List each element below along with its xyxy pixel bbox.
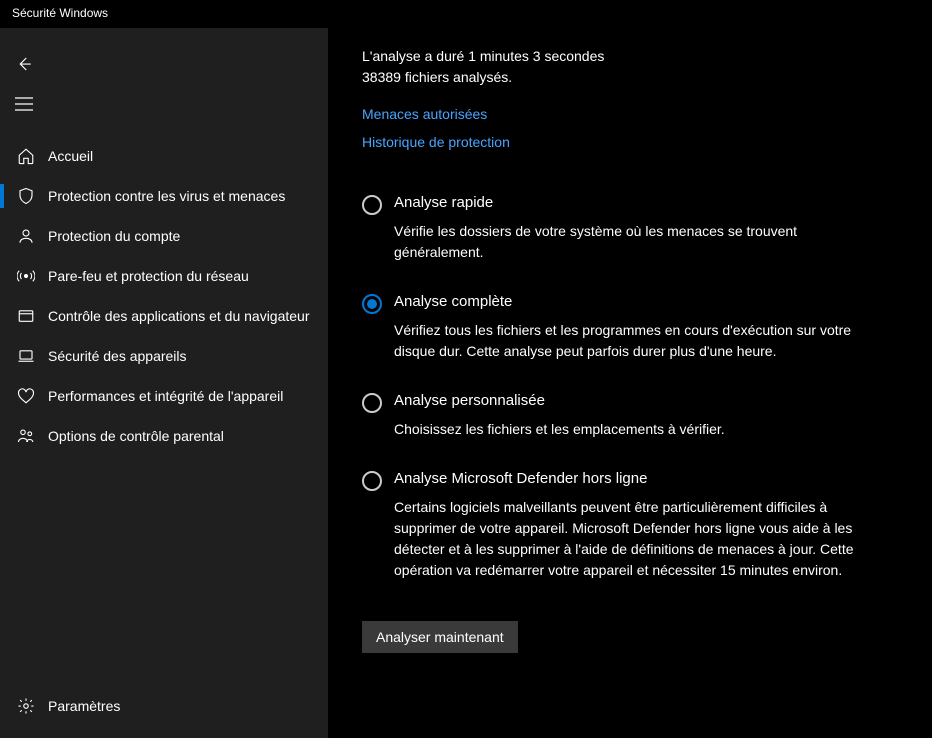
option-description: Vérifiez tous les fichiers et les progra… <box>394 320 864 362</box>
sidebar-item-home[interactable]: Accueil <box>0 136 328 176</box>
option-title: Analyse Microsoft Defender hors ligne <box>394 470 892 487</box>
app-window-icon <box>4 307 48 325</box>
sidebar-nav: Accueil Protection contre les virus et m… <box>0 128 328 684</box>
sidebar-item-device-security[interactable]: Sécurité des appareils <box>0 336 328 376</box>
sidebar-item-label: Options de contrôle parental <box>48 428 224 444</box>
radio-icon <box>362 294 382 314</box>
window-titlebar: Sécurité Windows <box>0 0 932 28</box>
sidebar-top <box>0 36 328 128</box>
sidebar-item-performance[interactable]: Performances et intégrité de l'appareil <box>0 376 328 416</box>
hamburger-button[interactable] <box>0 84 48 124</box>
main-content: L'analyse a duré 1 minutes 3 secondes 38… <box>328 28 932 738</box>
option-title: Analyse complète <box>394 293 892 310</box>
sidebar-item-label: Pare-feu et protection du réseau <box>48 268 249 284</box>
sidebar-item-label: Performances et intégrité de l'appareil <box>48 388 283 404</box>
sidebar-item-label: Paramètres <box>48 698 120 714</box>
sidebar-item-family[interactable]: Options de contrôle parental <box>0 416 328 456</box>
scan-options: Analyse rapide Vérifie les dossiers de v… <box>362 194 892 653</box>
device-icon <box>4 347 48 365</box>
sidebar: Accueil Protection contre les virus et m… <box>0 28 328 738</box>
sidebar-item-firewall[interactable]: Pare-feu et protection du réseau <box>0 256 328 296</box>
radio-option-full-scan[interactable]: Analyse complète Vérifiez tous les fichi… <box>362 293 892 362</box>
scan-now-button[interactable]: Analyser maintenant <box>362 621 518 653</box>
sidebar-item-app-control[interactable]: Contrôle des applications et du navigate… <box>0 296 328 336</box>
signal-icon <box>4 267 48 285</box>
app-body: Accueil Protection contre les virus et m… <box>0 28 932 738</box>
option-title: Analyse personnalisée <box>394 392 892 409</box>
option-title: Analyse rapide <box>394 194 892 211</box>
sidebar-item-label: Accueil <box>48 148 93 164</box>
option-description: Choisissez les fichiers et les emplaceme… <box>394 419 864 440</box>
option-description: Vérifie les dossiers de votre système où… <box>394 221 864 263</box>
option-description: Certains logiciels malveillants peuvent … <box>394 497 864 581</box>
sidebar-item-settings[interactable]: Paramètres <box>0 684 328 728</box>
radio-icon <box>362 393 382 413</box>
sidebar-item-account-protection[interactable]: Protection du compte <box>0 216 328 256</box>
hamburger-icon <box>15 97 33 111</box>
sidebar-item-virus-protection[interactable]: Protection contre les virus et menaces <box>0 176 328 216</box>
shield-icon <box>4 187 48 205</box>
files-scanned: 38389 fichiers analysés. <box>362 67 892 88</box>
sidebar-item-label: Contrôle des applications et du navigate… <box>48 308 310 324</box>
radio-option-custom-scan[interactable]: Analyse personnalisée Choisissez les fic… <box>362 392 892 440</box>
heart-icon <box>4 387 48 405</box>
sidebar-item-label: Sécurité des appareils <box>48 348 187 364</box>
gear-icon <box>4 697 48 715</box>
radio-icon <box>362 471 382 491</box>
person-icon <box>4 227 48 245</box>
back-button[interactable] <box>0 44 48 84</box>
scan-duration: L'analyse a duré 1 minutes 3 secondes <box>362 46 892 67</box>
link-protection-history[interactable]: Historique de protection <box>362 134 510 150</box>
sidebar-item-label: Protection contre les virus et menaces <box>48 188 285 204</box>
radio-option-quick-scan[interactable]: Analyse rapide Vérifie les dossiers de v… <box>362 194 892 263</box>
link-allowed-threats[interactable]: Menaces autorisées <box>362 106 487 122</box>
window-title: Sécurité Windows <box>12 6 108 20</box>
radio-icon <box>362 195 382 215</box>
back-arrow-icon <box>15 55 33 73</box>
sidebar-item-label: Protection du compte <box>48 228 180 244</box>
family-icon <box>4 427 48 445</box>
sidebar-bottom: Paramètres <box>0 684 328 738</box>
radio-option-offline-scan[interactable]: Analyse Microsoft Defender hors ligne Ce… <box>362 470 892 581</box>
home-icon <box>4 147 48 165</box>
